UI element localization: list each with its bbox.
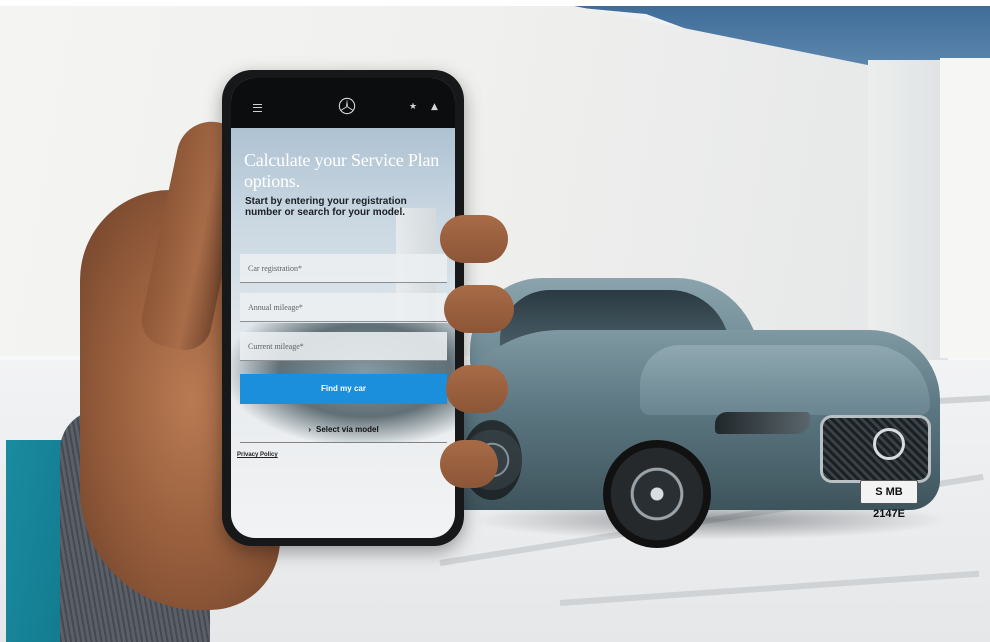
car-hood (640, 345, 930, 415)
find-my-car-button[interactable]: Find my car (240, 374, 447, 404)
pillar-side (940, 58, 990, 358)
concrete-pillar (868, 60, 948, 360)
current-mileage-input[interactable] (240, 332, 447, 360)
hand-finger (440, 215, 508, 263)
top-border (0, 0, 990, 6)
hand-finger (440, 440, 498, 488)
brand-logo-icon[interactable] (338, 97, 356, 115)
hand-finger (446, 365, 508, 413)
car-headlight (715, 412, 810, 434)
phone-screen: ★ ▲ Calculate your Service Plan options.… (231, 78, 455, 538)
hamburger-menu-icon[interactable] (253, 104, 262, 112)
page-subtitle: Start by entering your registration numb… (245, 196, 407, 218)
chevron-right-icon: › (308, 424, 311, 434)
annual-mileage-field[interactable] (240, 293, 447, 322)
app-header: ★ ▲ (231, 78, 455, 128)
hand-finger (444, 285, 514, 333)
privacy-policy-link[interactable]: Privacy Policy (237, 452, 278, 458)
car-emblem-icon (873, 428, 905, 460)
account-user-icon[interactable]: ▲ (431, 102, 438, 112)
page-title: Calculate your Service Plan options. (244, 150, 440, 191)
license-plate: S MB 2147E (860, 480, 918, 520)
car-registration-input[interactable] (240, 254, 447, 282)
select-via-model-label: Select via model (315, 424, 379, 434)
annual-mileage-input[interactable] (240, 293, 447, 321)
current-mileage-field[interactable] (240, 332, 447, 361)
select-via-model-link[interactable]: › Select via model (240, 416, 447, 443)
favorites-star-icon[interactable]: ★ (409, 102, 417, 112)
car-registration-field[interactable] (240, 254, 447, 283)
promo-scene: S MB 2147E ★ ▲ Calculate your Service Pl… (0, 0, 990, 642)
car-front-wheel (603, 440, 711, 548)
